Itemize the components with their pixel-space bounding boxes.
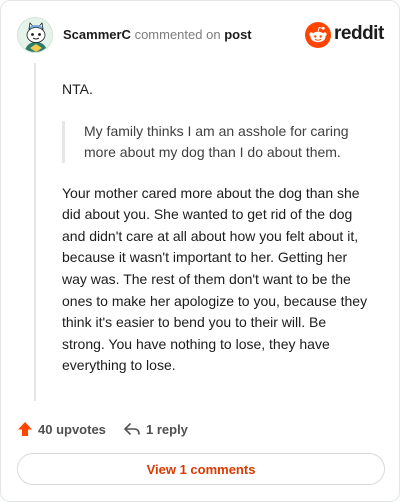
username-link[interactable]: ScammerC [63, 27, 131, 42]
comment-paragraph: Your mother cared more about the dog tha… [62, 184, 368, 374]
post-link[interactable]: post [224, 27, 251, 42]
user-avatar[interactable] [17, 17, 53, 53]
snoo-avatar-icon [18, 18, 52, 52]
comment-card: ScammerC commented on post reddit NTA. M… [0, 0, 400, 502]
upvote-arrow-icon [18, 422, 32, 436]
reddit-logo-icon [305, 22, 331, 48]
reply-button[interactable]: 1 reply [123, 417, 188, 441]
thread-line[interactable] [34, 63, 36, 401]
reddit-logo[interactable]: reddit [305, 21, 384, 49]
reply-arrow-icon [124, 423, 140, 435]
comment-byline: ScammerC commented on post [63, 27, 252, 43]
view-comments-button[interactable]: View 1 comments [17, 453, 385, 485]
comment-header: ScammerC commented on post reddit [17, 17, 384, 53]
comment-body: NTA. My family thinks I am an asshole fo… [62, 79, 372, 377]
commented-on-text: commented on [134, 27, 221, 42]
comment-first-line: NTA. [62, 81, 93, 97]
reddit-wordmark: reddit [334, 23, 384, 44]
upvote-button[interactable]: 40 upvotes [17, 417, 106, 441]
reply-count: 1 reply [146, 421, 188, 437]
upvote-count: 40 upvotes [38, 421, 106, 437]
comment-quote: My family thinks I am an asshole for car… [62, 120, 372, 163]
